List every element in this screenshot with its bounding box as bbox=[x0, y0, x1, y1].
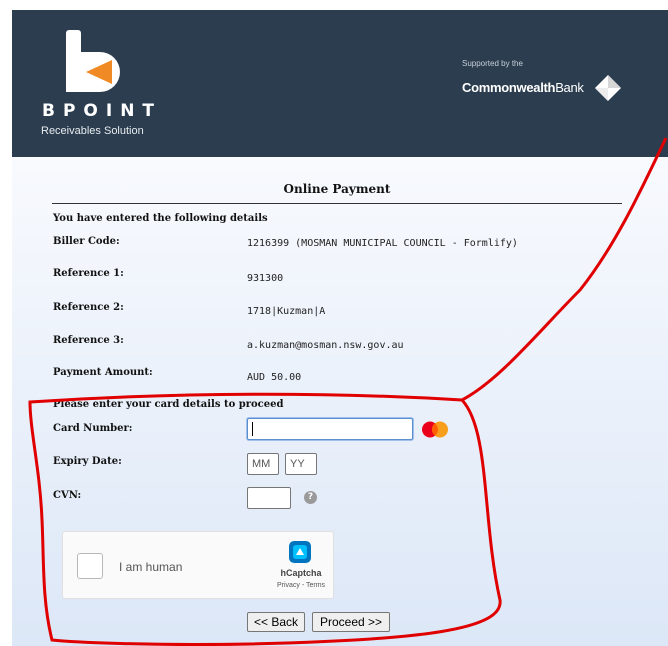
commbank-diamond-icon bbox=[595, 75, 621, 101]
reference-2-value: 1718|Kuzman|A bbox=[247, 306, 326, 317]
reference-2-label: Reference 2: bbox=[53, 302, 124, 313]
biller-code-value: 1216399 (MOSMAN MUNICIPAL COUNCIL - Form… bbox=[247, 238, 518, 249]
proceed-button[interactable]: Proceed >> bbox=[312, 612, 390, 632]
captcha-links[interactable]: Privacy - Terms bbox=[267, 582, 335, 589]
details-heading: You have entered the following details bbox=[53, 213, 268, 224]
bank-name: CommonwealthBank bbox=[462, 80, 584, 95]
card-number-label: Card Number: bbox=[53, 423, 133, 434]
hcaptcha-logo-icon bbox=[289, 541, 311, 563]
payment-page: BPOINT Receivables Solution Supported by… bbox=[12, 10, 668, 646]
hcaptcha-widget: I am human hCaptcha Privacy - Terms bbox=[62, 531, 334, 599]
bank-name-regular: Bank bbox=[555, 80, 584, 95]
reference-1-value: 931300 bbox=[247, 273, 284, 284]
payment-amount-value: AUD 50.00 bbox=[247, 372, 302, 383]
logo-subtitle: Receivables Solution bbox=[41, 125, 144, 137]
reference-3-value: a.kuzman@mosman.nsw.gov.au bbox=[247, 340, 404, 351]
title-divider bbox=[52, 203, 622, 204]
help-icon[interactable]: ? bbox=[304, 491, 317, 504]
bpoint-logo-icon bbox=[66, 30, 120, 92]
expiry-year-input[interactable]: YY bbox=[285, 453, 317, 475]
bank-name-bold: Commonwealth bbox=[462, 80, 556, 95]
expiry-date-label: Expiry Date: bbox=[53, 456, 122, 467]
mastercard-icon bbox=[422, 421, 448, 438]
card-details-heading: Please enter your card details to procee… bbox=[53, 399, 284, 410]
card-number-input[interactable] bbox=[247, 418, 413, 440]
cvn-input[interactable] bbox=[247, 487, 291, 509]
expiry-month-input[interactable]: MM bbox=[247, 453, 279, 475]
page-header: BPOINT Receivables Solution Supported by… bbox=[12, 10, 668, 157]
back-button[interactable]: << Back bbox=[247, 612, 305, 632]
payment-amount-label: Payment Amount: bbox=[53, 367, 153, 378]
supported-by-text: Supported by the bbox=[462, 59, 523, 68]
cvn-label: CVN: bbox=[53, 490, 82, 501]
captcha-brand: hCaptcha bbox=[280, 568, 322, 578]
biller-code-label: Biller Code: bbox=[53, 236, 120, 247]
reference-3-label: Reference 3: bbox=[53, 335, 124, 346]
captcha-label: I am human bbox=[119, 560, 183, 574]
captcha-checkbox[interactable] bbox=[77, 553, 103, 579]
text-caret bbox=[252, 422, 253, 436]
page-title: Online Payment bbox=[283, 182, 391, 196]
reference-1-label: Reference 1: bbox=[53, 268, 124, 279]
logo-text: BPOINT bbox=[42, 101, 163, 121]
